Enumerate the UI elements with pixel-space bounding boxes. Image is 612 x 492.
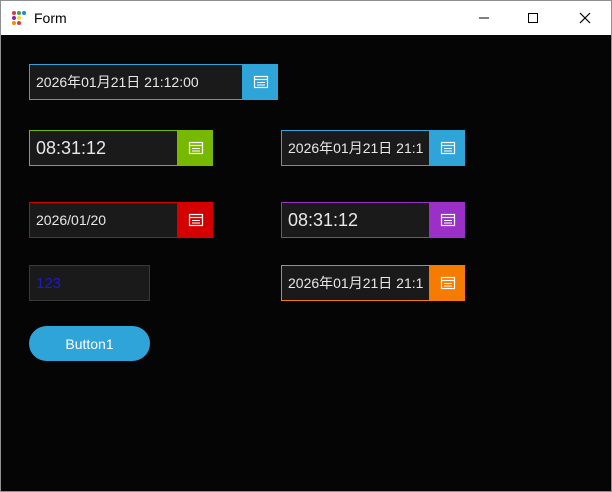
window-title: Form [34, 10, 67, 26]
date-picker-red-button[interactable] [178, 202, 213, 238]
calendar-icon [188, 213, 203, 227]
date-picker-red[interactable]: 2026/01/20 [29, 202, 213, 238]
datetime-picker-orange-button[interactable] [430, 265, 465, 301]
time-picker-purple-button[interactable] [430, 202, 465, 238]
calendar-icon [440, 141, 455, 155]
time-picker-green-button[interactable] [178, 130, 213, 166]
minimize-icon [479, 17, 489, 19]
maximize-icon [528, 13, 538, 23]
calendar-icon [253, 75, 268, 89]
time-picker-green-input[interactable]: 08:31:12 [29, 130, 178, 166]
datetime-picker-top-input[interactable]: 2026年01月21日 21:12:00 [29, 64, 243, 100]
button1[interactable]: Button1 [29, 326, 150, 361]
datetime-picker-blue-button[interactable] [430, 130, 465, 166]
time-picker-purple[interactable]: 08:31:12 [281, 202, 465, 238]
title-bar: Form [1, 1, 611, 35]
numeric-input[interactable]: 123 [29, 265, 150, 301]
minimize-button[interactable] [461, 1, 507, 35]
calendar-icon [440, 213, 455, 227]
datetime-picker-top-button[interactable] [243, 64, 278, 100]
datetime-picker-blue[interactable]: 2026年01月21日 21:1 [281, 130, 465, 166]
close-button[interactable] [562, 1, 608, 35]
calendar-icon [440, 276, 455, 290]
datetime-picker-orange-input[interactable]: 2026年01月21日 21:1 [281, 265, 430, 301]
calendar-icon [188, 141, 203, 155]
close-icon [579, 12, 591, 24]
date-picker-red-input[interactable]: 2026/01/20 [29, 202, 178, 238]
form-client-area: 2026年01月21日 21:12:00 08:31:12 2026/01/20… [1, 35, 611, 491]
datetime-picker-orange[interactable]: 2026年01月21日 21:1 [281, 265, 465, 301]
time-picker-purple-input[interactable]: 08:31:12 [281, 202, 430, 238]
time-picker-green[interactable]: 08:31:12 [29, 130, 213, 166]
datetime-picker-top[interactable]: 2026年01月21日 21:12:00 [29, 64, 278, 100]
app-icon [12, 11, 26, 25]
maximize-button[interactable] [510, 1, 556, 35]
form-window: Form 2026年01月21日 21:12:00 08:31:12 2026/… [0, 0, 612, 492]
datetime-picker-blue-input[interactable]: 2026年01月21日 21:1 [281, 130, 430, 166]
